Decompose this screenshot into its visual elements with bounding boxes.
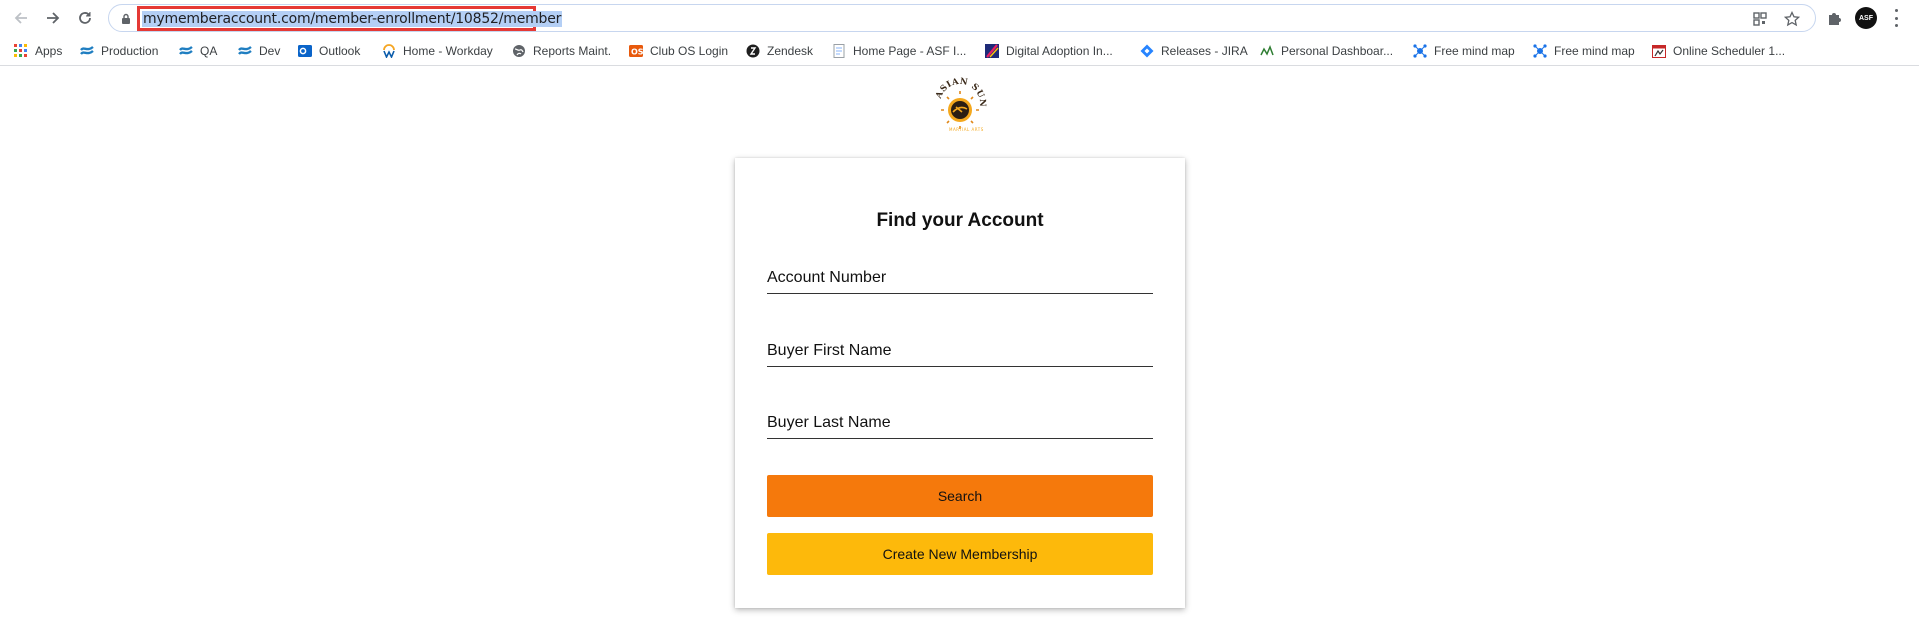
bookmark-label: Home Page - ASF I...	[853, 44, 967, 58]
bookmark-label: Free mind map	[1434, 44, 1515, 58]
scheduler-icon	[1652, 45, 1666, 58]
buyer-first-name-field[interactable]: Buyer First Name	[767, 327, 1153, 367]
bookmark-label: Outlook	[319, 44, 361, 58]
bookmark-label: Production	[101, 44, 159, 58]
bookmark-zendesk[interactable]: Zendesk	[746, 43, 813, 59]
buyer-first-name-label: Buyer First Name	[767, 342, 892, 359]
bookmark-mind-map-2[interactable]: Free mind map	[1533, 43, 1635, 59]
bookmark-label: Club OS Login	[650, 44, 729, 58]
bookmark-label: Releases - JIRA	[1161, 44, 1248, 58]
bookmark-workday[interactable]: Home - Workday	[382, 43, 493, 59]
reload-button[interactable]	[73, 6, 97, 30]
confluence-icon	[238, 46, 252, 55]
address-bar[interactable]: mymemberaccount.com/member-enrollment/10…	[108, 4, 1816, 32]
bookmark-label: Personal Dashboar...	[1281, 44, 1394, 58]
bookmark-label: Digital Adoption In...	[1006, 44, 1113, 58]
arrow-left-icon	[14, 12, 27, 24]
bookmark-mind-map-1[interactable]: Free mind map	[1413, 43, 1515, 59]
profile-avatar[interactable]: ASF	[1855, 7, 1877, 29]
search-button[interactable]: Search	[767, 475, 1153, 517]
qr-code-icon[interactable]	[1752, 11, 1768, 27]
digital-adoption-icon	[985, 44, 999, 58]
find-account-card: Find your Account Account Number Buyer F…	[735, 158, 1185, 608]
document-icon	[833, 44, 845, 58]
bookmark-label: Dev	[259, 44, 281, 58]
mindmap-icon	[1413, 44, 1427, 58]
lock-icon	[122, 13, 130, 24]
office-icon: OS	[629, 45, 643, 57]
bookmark-qa[interactable]: QA	[179, 43, 217, 59]
create-membership-button[interactable]: Create New Membership	[767, 533, 1153, 575]
bookmark-jira[interactable]: Releases - JIRA	[1140, 43, 1248, 59]
browser-toolbar: mymemberaccount.com/member-enrollment/10…	[0, 0, 1919, 36]
bookmark-label: Free mind map	[1554, 44, 1635, 58]
bookmark-dashboard[interactable]: Personal Dashboar...	[1260, 43, 1393, 59]
account-number-label: Account Number	[767, 269, 887, 286]
bookmark-label: Reports Maint.	[533, 44, 612, 58]
bookmark-club-os[interactable]: OS Club OS Login	[629, 43, 728, 59]
bookmark-production[interactable]: Production	[80, 43, 158, 59]
account-number-field[interactable]: Account Number	[767, 254, 1153, 294]
reload-icon	[79, 12, 91, 24]
url-text[interactable]: mymemberaccount.com/member-enrollment/10…	[142, 11, 563, 27]
arrow-right-icon	[47, 12, 60, 24]
confluence-icon	[80, 46, 94, 55]
back-button[interactable]	[9, 6, 33, 30]
confluence-icon	[179, 46, 193, 55]
bookmark-label: Online Scheduler 1...	[1673, 44, 1786, 58]
bookmark-label: Apps	[35, 44, 63, 58]
svg-text:OS: OS	[631, 48, 643, 57]
asian-sun-logo: ASIAN SUN MARTIAL ARTS	[934, 77, 987, 132]
bookmarks-bar: Apps Production QA Dev Outlook Home - Wo…	[0, 36, 1919, 66]
bookmark-digital-adoption[interactable]: Digital Adoption In...	[985, 43, 1113, 59]
svg-text:MARTIAL ARTS: MARTIAL ARTS	[949, 127, 984, 132]
mindmap-icon	[1533, 44, 1547, 58]
extensions-puzzle-icon[interactable]	[1826, 9, 1844, 27]
dashboard-icon	[1260, 44, 1274, 56]
globe-icon	[513, 45, 525, 57]
zendesk-icon	[746, 44, 760, 58]
buyer-last-name-field[interactable]: Buyer Last Name	[767, 399, 1153, 439]
buyer-last-name-label: Buyer Last Name	[767, 414, 891, 431]
bookmark-label: Home - Workday	[403, 44, 493, 58]
bookmark-asf-home[interactable]: Home Page - ASF I...	[832, 43, 966, 59]
bookmark-dev[interactable]: Dev	[238, 43, 280, 59]
bookmark-label: Zendesk	[767, 44, 814, 58]
browser-menu-icon[interactable]	[1895, 9, 1899, 27]
star-bookmark-icon[interactable]	[1784, 11, 1800, 27]
bookmark-outlook[interactable]: Outlook	[298, 43, 360, 59]
bookmark-apps[interactable]: Apps	[14, 43, 62, 59]
bookmark-reports[interactable]: Reports Maint.	[512, 43, 611, 59]
apps-grid-icon	[14, 44, 27, 57]
workday-icon	[383, 44, 395, 58]
forward-button[interactable]	[41, 6, 65, 30]
bookmark-online-scheduler[interactable]: Online Scheduler 1...	[1652, 43, 1785, 59]
card-title: Find your Account	[876, 210, 1044, 231]
outlook-icon	[298, 45, 312, 57]
jira-icon	[1140, 44, 1154, 58]
bookmark-label: QA	[200, 44, 218, 58]
